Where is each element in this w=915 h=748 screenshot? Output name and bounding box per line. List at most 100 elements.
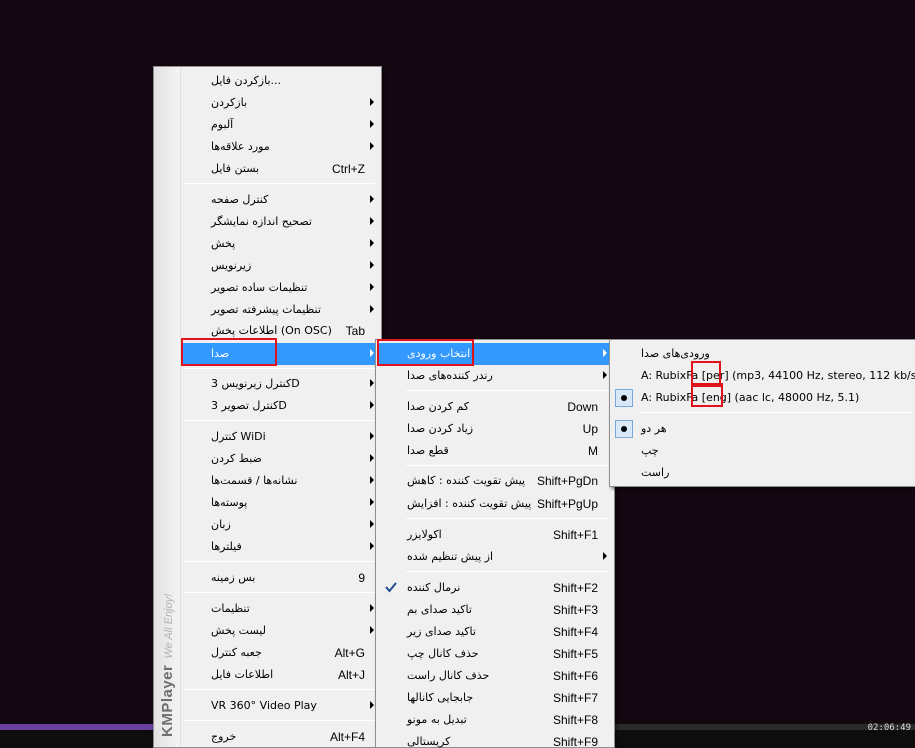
menu-item-remove-right-channel[interactable]: حذف کانال راست Shift+F6	[378, 665, 612, 687]
submenu-arrow-icon	[603, 371, 607, 379]
menu-item-equalizer[interactable]: اکولایزر Shift+F1	[378, 524, 612, 546]
menu-item-label: کنترل صفحه	[211, 193, 269, 206]
menu-separator	[184, 720, 375, 721]
menu-item-favorites[interactable]: مورد علاقه‌ها	[182, 136, 379, 158]
submenu-arrow-icon	[370, 498, 374, 506]
menu-item-track-per[interactable]: A: RubixFa [per] (mp3, 44100 Hz, stereo,…	[612, 365, 915, 387]
menu-item-volume-down[interactable]: کم کردن صدا Down	[378, 396, 612, 418]
menu-item-label: تنظیمات	[211, 602, 250, 615]
submenu-arrow-icon	[370, 261, 374, 269]
menu-item-crystalizer[interactable]: کریستالی Shift+F9	[378, 731, 612, 748]
menu-item-widi-control[interactable]: کنترل WiDi	[182, 426, 379, 448]
menu-item-mute[interactable]: قطع صدا M	[378, 440, 612, 462]
menu-item-label: تاکید صدای زیر	[407, 625, 476, 638]
menu-item-label: نرمال کننده	[407, 581, 461, 594]
menu-item-label: راست	[641, 466, 670, 479]
menu-item-advanced-video-settings[interactable]: تنظیمات پیشرفته تصویر	[182, 299, 379, 321]
menu-item-shortcut: Shift+F5	[552, 647, 598, 661]
submenu-arrow-icon	[603, 349, 607, 357]
menu-item-label: A: RubixFa [per] (mp3, 44100 Hz, stereo,…	[641, 369, 915, 382]
menu-item-normalizer[interactable]: نرمال کننده Shift+F2	[378, 577, 612, 599]
menu-item-bass-boost[interactable]: تاکید صدای بم Shift+F3	[378, 599, 612, 621]
menu-item-subtitles[interactable]: زیرنویس	[182, 255, 379, 277]
menu-item-right-channel[interactable]: راست	[612, 462, 915, 484]
menu-item-treble-boost[interactable]: تاکید صدای زیر Shift+F4	[378, 621, 612, 643]
menu-item-playback[interactable]: پخش	[182, 233, 379, 255]
menu-item-label: از پیش تنظیم شده	[407, 550, 494, 563]
menu-separator	[184, 689, 375, 690]
menu-item-audio[interactable]: صدا	[182, 343, 379, 365]
menu-item-skins[interactable]: پوسته‌ها	[182, 492, 379, 514]
menu-item-remove-left-channel[interactable]: حذف کانال چپ Shift+F5	[378, 643, 612, 665]
submenu-arrow-icon	[370, 701, 374, 709]
menu-item-exit[interactable]: خروج Alt+F4	[182, 726, 379, 748]
menu-item-left-channel[interactable]: چپ	[612, 440, 915, 462]
menu-item-label: بستن فایل	[211, 162, 260, 175]
menu-item-swap-channels[interactable]: جابجایی کانالها Shift+F7	[378, 687, 612, 709]
menu-item-language[interactable]: زبان	[182, 514, 379, 536]
menu-item-3d-video-control[interactable]: کنترل تصویر 3D	[182, 395, 379, 417]
menu-item-volume-up[interactable]: زیاد کردن صدا Up	[378, 418, 612, 440]
menu-item-label: تصحیح اندازه نمایشگر	[211, 215, 312, 228]
menu-item-3d-subtitle-control[interactable]: کنترل زیرنویس 3D	[182, 373, 379, 395]
menu-item-label: مورد علاقه‌ها	[211, 140, 270, 153]
menu-item-filters[interactable]: فیلترها	[182, 536, 379, 558]
menu-item-shortcut: Shift+F1	[552, 528, 598, 542]
menu-item-preamp-decrease[interactable]: پیش تقویت کننده : کاهش Shift+PgDn	[378, 470, 612, 492]
menu-item-shortcut: Alt+J	[337, 668, 365, 682]
menu-item-audio-renderers[interactable]: رندر کننده‌های صدا	[378, 365, 612, 387]
menu-item-record[interactable]: ضبط کردن	[182, 448, 379, 470]
menu-item-control-box[interactable]: جعبه کنترل Alt+G	[182, 642, 379, 664]
menu-item-label: اکولایزر	[407, 528, 442, 541]
submenu-arrow-icon	[370, 120, 374, 128]
menu-item-label: ضبط کردن	[211, 452, 262, 465]
submenu-arrow-icon	[370, 305, 374, 313]
menu-item-label: حذف کانال راست	[407, 669, 490, 682]
menu-item-both-channels[interactable]: هر دو	[612, 418, 915, 440]
menu-separator	[406, 465, 608, 466]
submenu-arrow-icon	[370, 454, 374, 462]
menu-item-label: پیش تقویت کننده : کاهش	[407, 474, 526, 487]
menu-item-label: خروج	[211, 730, 237, 743]
menu-item-bookmarks-chapters[interactable]: نشانه‌ها / قسمت‌ها	[182, 470, 379, 492]
submenu-arrow-icon	[370, 476, 374, 484]
checkmark-icon	[385, 582, 397, 593]
menu-item-label: کنترل WiDi	[211, 430, 266, 443]
menu-item-shortcut: Shift+F9	[552, 735, 598, 748]
menu-item-settings[interactable]: تنظیمات	[182, 598, 379, 620]
menu-item-presets[interactable]: از پیش تنظیم شده	[378, 546, 612, 568]
menu-item-label: VR 360° Video Play	[211, 699, 317, 712]
menu-item-label: بس زمینه	[211, 571, 256, 584]
menu-item-close-file[interactable]: بستن فایل Ctrl+Z	[182, 158, 379, 180]
menu-item-shortcut: Shift+F7	[552, 691, 598, 705]
menu-item-open-file[interactable]: بازکردن فایل...	[182, 70, 379, 92]
menu-item-open[interactable]: بازکردن	[182, 92, 379, 114]
menu-item-shortcut: M	[588, 444, 598, 458]
menu-item-label: تنظیمات ساده تصویر	[211, 281, 308, 294]
menu-item-album[interactable]: آلبوم	[182, 114, 379, 136]
menu-item-select-input[interactable]: انتخاب ورودی	[378, 343, 612, 365]
menu-item-label: پخش	[211, 237, 236, 250]
menu-item-playlist[interactable]: لیست پخش	[182, 620, 379, 642]
seek-progress	[0, 724, 160, 730]
menu-item-background[interactable]: بس زمینه 9	[182, 567, 379, 589]
menu-item-convert-to-mono[interactable]: تبدیل به مونو Shift+F8	[378, 709, 612, 731]
menu-item-preamp-increase[interactable]: پیش تقویت کننده : افزایش Shift+PgUp	[378, 493, 612, 515]
menu-item-display-size[interactable]: تصحیح اندازه نمایشگر	[182, 211, 379, 233]
menu-item-label: پوسته‌ها	[211, 496, 248, 509]
menu-item-shortcut: Shift+PgUp	[536, 497, 598, 511]
menu-item-file-info[interactable]: اطلاعات فایل Alt+J	[182, 664, 379, 686]
menu-item-track-eng[interactable]: A: RubixFa [eng] (aac lc, 48000 Hz, 5.1)	[612, 387, 915, 409]
menu-item-label: بازکردن	[211, 96, 248, 109]
radio-bullet-icon	[621, 395, 627, 401]
menu-item-screen-control[interactable]: کنترل صفحه	[182, 189, 379, 211]
menu-item-basic-video-settings[interactable]: تنظیمات ساده تصویر	[182, 277, 379, 299]
menu-item-label: انتخاب ورودی	[407, 347, 471, 360]
menu-brand-strip: KMPlayer We All Enjoy!	[154, 67, 181, 747]
menu-item-playback-info[interactable]: اطلاعات پخش (On OSC) Tab	[182, 320, 379, 342]
menu-item-shortcut: 9	[358, 571, 365, 585]
kmplayer-logo: KMPlayer We All Enjoy!	[158, 567, 178, 737]
menu-item-vr-360-video[interactable]: VR 360° Video Play	[182, 695, 379, 717]
menu-item-label: کریستالی	[407, 735, 451, 748]
menu-item-label: ورودی‌های صدا	[641, 347, 710, 360]
